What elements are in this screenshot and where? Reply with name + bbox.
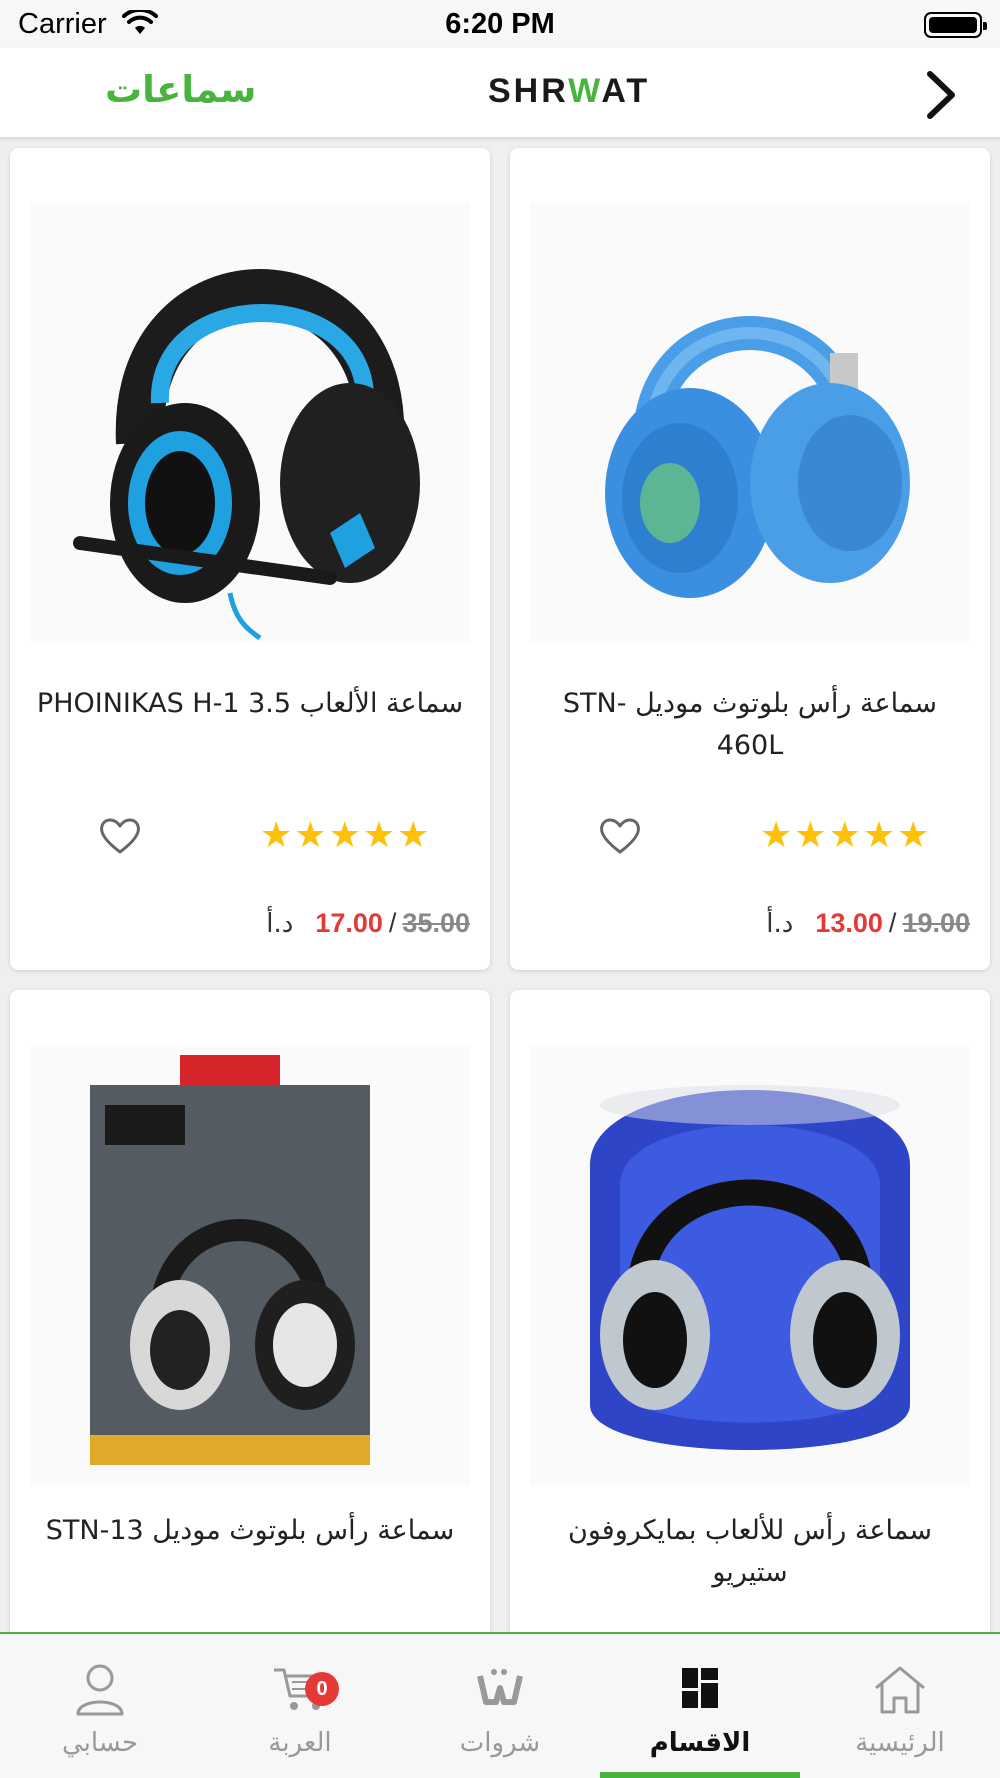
product-title[interactable]: سماعة رأس بلوتوث موديل STN-13 [30, 1510, 470, 1552]
product-title[interactable]: سماعة رأس بلوتوث موديل STN-460L [530, 683, 970, 767]
star-icon: ★ [828, 815, 861, 856]
nav-bar: سماعات SHRWAT [0, 48, 1000, 138]
tab-label: شروات [459, 1728, 541, 1758]
product-card[interactable]: سماعة رأس للألعاب بمايكروفون ستيريو [510, 990, 990, 1690]
star-icon: ★ [794, 815, 827, 856]
rating-stars: ★ ★ ★ ★ ★ [260, 818, 429, 854]
price-new: 13.00 [815, 908, 883, 938]
tab-label: العربة [268, 1728, 332, 1758]
heart-icon[interactable] [98, 816, 142, 856]
cart-badge: 0 [305, 1672, 339, 1706]
price-currency: د.أ [266, 909, 294, 939]
star-icon: ★ [362, 815, 396, 856]
product-card[interactable]: سماعة رأس بلوتوث موديل STN-13 [10, 990, 490, 1690]
price-row: د.أ 17.00 / 35.00 [10, 908, 470, 939]
shrwat-logo-icon [477, 1669, 523, 1705]
product-card[interactable]: سماعة رأس بلوتوث موديل STN-460L ★ ★ ★ ★ … [510, 148, 990, 970]
status-time: 6:20 PM [445, 8, 555, 40]
page-title: سماعات [105, 68, 257, 111]
tab-categories[interactable]: الاقسام [600, 1634, 800, 1778]
app-logo: SHRWAT [488, 72, 651, 110]
price-old: 19.00 [902, 908, 970, 938]
star-icon: ★ [294, 815, 327, 856]
star-icon: ★ [862, 815, 896, 856]
product-image[interactable] [30, 203, 470, 643]
price-new: 17.00 [315, 908, 383, 938]
product-title[interactable]: سماعة رأس للألعاب بمايكروفون ستيريو [530, 1510, 970, 1594]
price-old: 35.00 [402, 908, 470, 938]
tab-home[interactable]: الرئيسية [800, 1634, 1000, 1778]
star-icon: ★ [397, 815, 430, 856]
price-row: د.أ 13.00 / 19.00 [510, 908, 970, 939]
star-icon: ★ [260, 815, 293, 856]
price-separator: / [388, 908, 397, 938]
tab-label: الاقسام [649, 1728, 751, 1758]
tab-shrwat[interactable]: شروات [400, 1634, 600, 1778]
active-tab-indicator [600, 1772, 800, 1778]
tab-cart[interactable]: 0 العربة [200, 1634, 400, 1778]
product-image[interactable] [530, 203, 970, 643]
star-icon: ★ [328, 815, 361, 856]
rating-stars: ★ ★ ★ ★ ★ [760, 818, 929, 854]
status-bar: Carrier 6:20 PM [0, 0, 1000, 48]
user-icon [76, 1664, 124, 1716]
product-title[interactable]: سماعة الألعاب PHOINIKAS H-1 3.5 [30, 683, 470, 725]
screen: Carrier 6:20 PM سماعات SHRWAT سماعة رأس … [0, 0, 1000, 1778]
home-icon [875, 1666, 925, 1714]
star-icon: ★ [897, 815, 930, 856]
tab-label: حسابي [61, 1728, 139, 1758]
product-image[interactable] [530, 1045, 970, 1485]
tab-label: الرئيسية [855, 1728, 945, 1758]
heart-icon[interactable] [598, 816, 642, 856]
tab-bar: الرئيسية الاقسام شروات 0 العربة حسابي [0, 1632, 1000, 1778]
chevron-right-icon[interactable] [920, 70, 960, 120]
battery-icon [924, 12, 987, 38]
price-currency: د.أ [766, 909, 794, 939]
tab-account[interactable]: حسابي [0, 1634, 200, 1778]
grid-icon [682, 1668, 718, 1708]
price-separator: / [888, 908, 897, 938]
product-card[interactable]: سماعة الألعاب PHOINIKAS H-1 3.5 ★ ★ ★ ★ … [10, 148, 490, 970]
star-icon: ★ [760, 815, 793, 856]
product-image[interactable] [30, 1045, 470, 1485]
